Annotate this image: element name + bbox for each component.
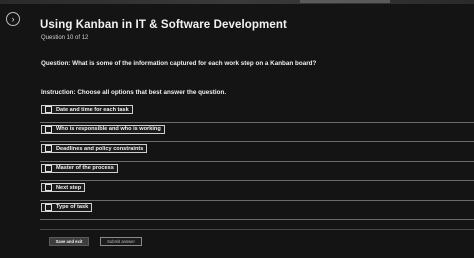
option-label: Deadlines and policy constraints [56, 145, 144, 152]
question-text: Question: What is some of the informatio… [41, 60, 317, 67]
page-title: Using Kanban in IT & Software Developmen… [40, 19, 287, 31]
option-type-of-task[interactable]: Type of task [41, 202, 93, 212]
option-row: Deadlines and policy constraints [40, 143, 474, 163]
option-row: Date and time for each task [40, 104, 474, 124]
option-row: Master of the process [40, 163, 474, 183]
question-number: Question 10 of 12 [41, 35, 89, 41]
checkbox[interactable] [45, 203, 52, 211]
checkbox[interactable] [45, 106, 52, 113]
divider [40, 229, 474, 230]
option-row: Who is responsible and who is working [40, 124, 474, 144]
top-tab-indicator [300, 0, 390, 3]
option-date-time[interactable]: Date and time for each task [41, 105, 133, 114]
option-responsible[interactable]: Who is responsible and who is working [41, 124, 165, 134]
options-list: Date and time for each task Who is respo… [40, 104, 474, 221]
top-strip [0, 0, 474, 4]
chevron-right-icon[interactable]: › [6, 12, 20, 26]
checkbox[interactable] [45, 145, 52, 152]
action-buttons: Save and exit Submit answer [49, 237, 142, 246]
option-label: Date and time for each task [56, 106, 129, 113]
option-label: Master of the process [56, 165, 114, 171]
option-label: Who is responsible and who is working [56, 126, 161, 132]
checkbox[interactable] [45, 184, 52, 191]
submit-answer-button[interactable]: Submit answer [100, 237, 142, 246]
checkbox[interactable] [45, 125, 52, 133]
option-label: Next step [56, 184, 82, 191]
option-deadlines[interactable]: Deadlines and policy constraints [41, 144, 148, 153]
option-next-step[interactable]: Next step [41, 183, 86, 192]
option-label: Type of task [56, 204, 89, 210]
option-row: Type of task [40, 202, 474, 222]
option-row: Next step [40, 182, 474, 202]
option-master[interactable]: Master of the process [41, 163, 118, 173]
instruction-text: Instruction: Choose all options that bes… [41, 89, 227, 96]
save-and-exit-button[interactable]: Save and exit [49, 237, 89, 246]
checkbox[interactable] [45, 164, 52, 172]
